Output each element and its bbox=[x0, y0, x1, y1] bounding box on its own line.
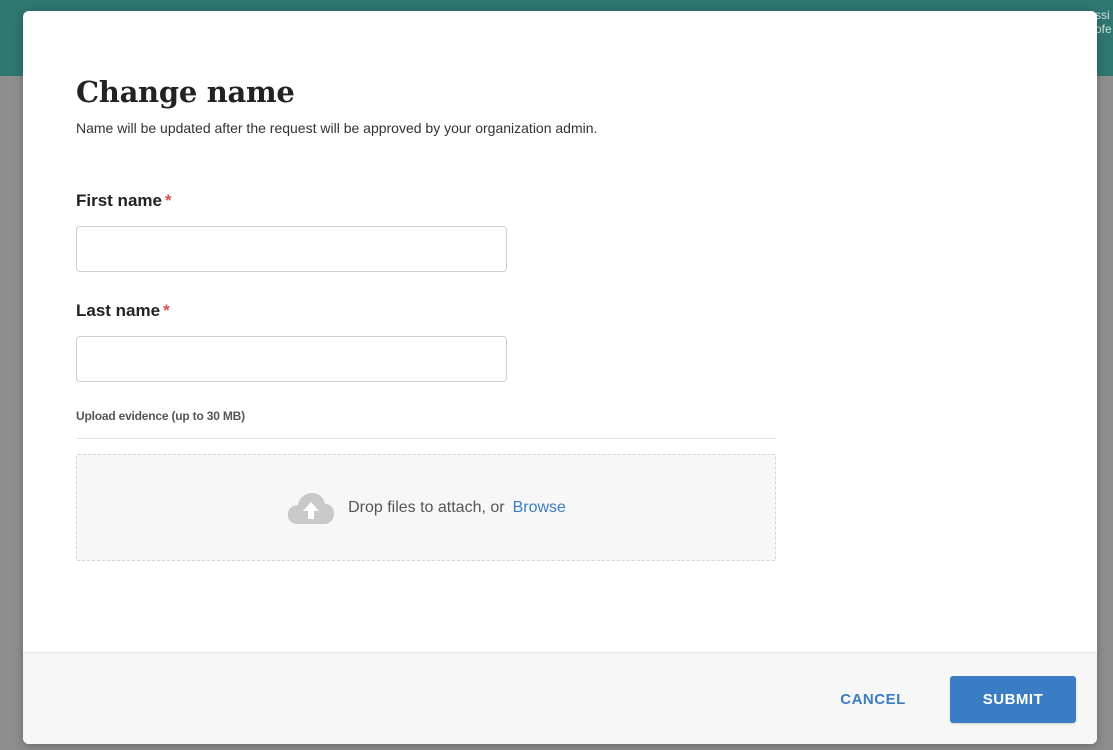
file-dropzone[interactable]: Drop files to attach, or Browse bbox=[76, 454, 776, 561]
submit-button[interactable]: SUBMIT bbox=[950, 676, 1076, 723]
drop-files-text: Drop files to attach, or bbox=[348, 498, 505, 516]
change-name-modal: Change name Name will be updated after t… bbox=[23, 11, 1097, 744]
first-name-input[interactable] bbox=[76, 226, 507, 272]
upload-divider bbox=[76, 438, 776, 439]
required-mark: * bbox=[163, 301, 170, 320]
last-name-label-text: Last name bbox=[76, 301, 161, 320]
background-header-text: ssi ofe bbox=[1095, 8, 1112, 36]
modal-title: Change name bbox=[76, 75, 295, 109]
modal-footer: CANCEL SUBMIT bbox=[23, 652, 1097, 744]
upload-evidence-label: Upload evidence (up to 30 MB) bbox=[76, 409, 245, 423]
cloud-upload-icon bbox=[287, 492, 335, 524]
last-name-input[interactable] bbox=[76, 336, 507, 382]
required-mark: * bbox=[164, 191, 172, 210]
last-name-label: Last name * bbox=[76, 301, 170, 321]
first-name-label: First name * bbox=[76, 191, 172, 211]
modal-subtitle: Name will be updated after the request w… bbox=[76, 120, 598, 136]
browse-link[interactable]: Browse bbox=[513, 499, 566, 517]
cancel-button[interactable]: CANCEL bbox=[813, 675, 933, 723]
first-name-label-text: First name bbox=[76, 191, 162, 210]
